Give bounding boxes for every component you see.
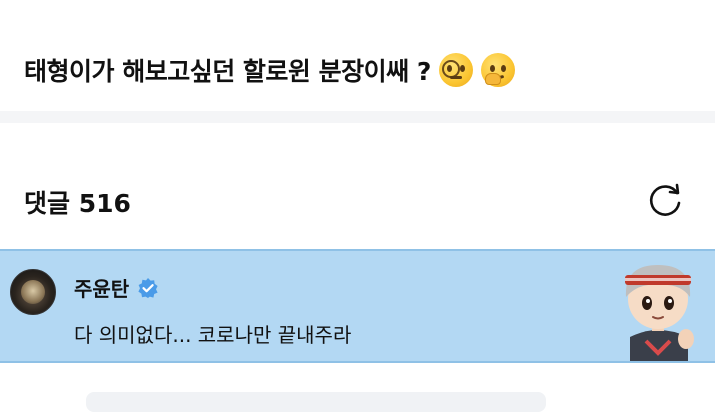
- section-divider: [0, 111, 715, 123]
- comment-item[interactable]: 주윤탄 다 의미없다... 코로나만 끝내주라: [0, 249, 715, 363]
- refresh-icon[interactable]: [646, 181, 684, 219]
- face-with-monocle-icon: [438, 53, 473, 87]
- reply-preview-box[interactable]: [86, 392, 546, 412]
- thinking-face-icon: [480, 53, 515, 87]
- post-title-text: 태형이가 해보고싶던 할로윈 분장이쌔 ?: [24, 57, 431, 86]
- post-title: 태형이가 해보고싶던 할로윈 분장이쌔 ?: [24, 52, 515, 88]
- comment-author-name: 주윤탄: [74, 277, 130, 301]
- avatar[interactable]: [10, 269, 56, 315]
- comment-author[interactable]: 주윤탄: [74, 273, 159, 302]
- verified-badge-icon: [138, 277, 158, 298]
- comment-text: 다 의미없다... 코로나만 끝내주라: [74, 323, 352, 347]
- character-sticker: [625, 265, 694, 361]
- comments-count-header: 댓글 516: [24, 189, 131, 218]
